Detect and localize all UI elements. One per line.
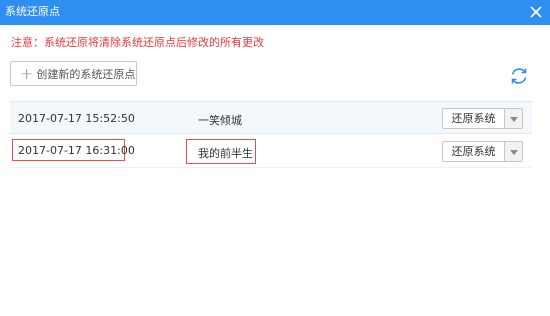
restore-dropdown-button[interactable] <box>504 141 523 162</box>
restore-point-name: 一笑倾城 <box>198 114 242 127</box>
create-restore-point-label: 创建新的系统还原点 <box>36 67 136 81</box>
restore-point-time: 2017-07-17 15:52:50 <box>18 112 135 125</box>
restore-dropdown-button[interactable] <box>504 108 523 129</box>
close-icon[interactable] <box>527 3 545 21</box>
chevron-down-icon <box>510 150 518 155</box>
refresh-icon[interactable] <box>508 65 530 87</box>
warning-text: 注意：系统还原将清除系统还原点后修改的所有更改 <box>11 36 264 49</box>
chevron-down-icon <box>510 117 518 122</box>
restore-system-button[interactable]: 还原系统 <box>442 141 505 162</box>
highlight-box-name: 我的前半生 <box>186 139 256 164</box>
highlight-box-time: 2017-07-17 16:31:00 <box>12 139 135 161</box>
restore-button-group: 还原系统 <box>442 141 523 162</box>
table-row: 2017-07-17 15:52:50 一笑倾城 还原系统 <box>10 101 532 134</box>
restore-system-button[interactable]: 还原系统 <box>442 108 505 129</box>
table-row: 2017-07-17 16:31:00 我的前半生 还原系统 <box>10 135 532 168</box>
restore-points-table: 2017-07-17 15:52:50 一笑倾城 还原系统 2017-07-17… <box>10 101 532 169</box>
restore-point-name: 我的前半生 <box>198 147 253 160</box>
plus-icon: + <box>20 63 34 83</box>
title-bar: 系统还原点 <box>0 0 550 25</box>
create-restore-point-button[interactable]: + 创建新的系统还原点 <box>10 61 137 86</box>
window-title: 系统还原点 <box>5 5 60 18</box>
restore-point-time: 2017-07-17 16:31:00 <box>18 144 135 157</box>
restore-button-group: 还原系统 <box>442 108 523 129</box>
